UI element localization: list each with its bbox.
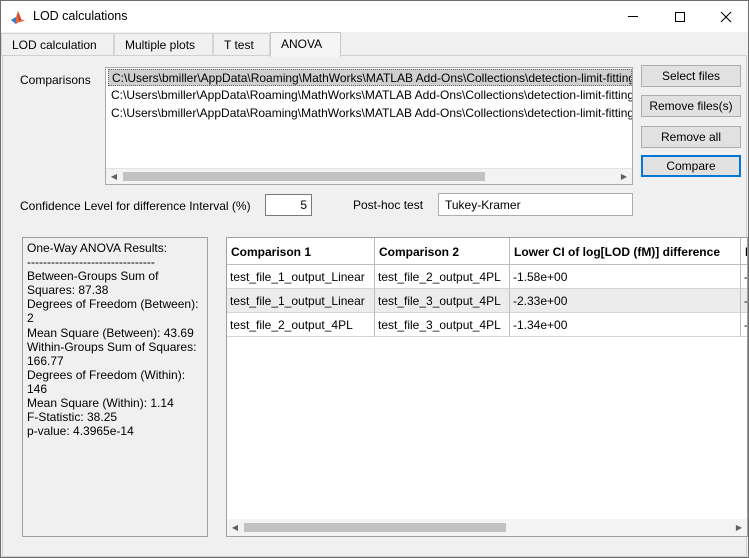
list-item[interactable]: C:\Users\bmiller\AppData\Roaming\MathWor… bbox=[108, 87, 632, 104]
matlab-icon bbox=[11, 11, 25, 24]
table-cell[interactable]: test_file_3_output_4PL bbox=[375, 289, 510, 313]
results-line: Within-Groups Sum of Squares: 166.77 bbox=[27, 339, 197, 368]
table-horizontal-scrollbar[interactable]: ◀ ▶ bbox=[227, 519, 747, 536]
remove-all-button[interactable]: Remove all bbox=[641, 126, 741, 148]
close-button[interactable] bbox=[703, 1, 748, 32]
results-line: F-Statistic: 38.25 bbox=[27, 410, 118, 425]
minimize-button[interactable] bbox=[610, 1, 656, 32]
results-line: Mean Square (Between): 43.69 bbox=[27, 325, 194, 340]
table-cell[interactable]: -1.34e+00 bbox=[510, 313, 741, 337]
table-cell[interactable]: test_file_2_output_4PL bbox=[227, 313, 375, 337]
column-header[interactable]: Comparison 1 bbox=[227, 238, 375, 265]
remove-files-button[interactable]: Remove files(s) bbox=[641, 95, 741, 117]
scrollbar-thumb[interactable] bbox=[244, 523, 506, 532]
posthoc-test-label: Post-hoc test bbox=[353, 198, 424, 212]
listbox-horizontal-scrollbar[interactable]: ◀ ▶ bbox=[106, 168, 632, 184]
anova-results-text: One-Way ANOVA Results: -----------------… bbox=[22, 237, 208, 537]
table-cell[interactable]: test_file_1_output_Linear bbox=[227, 265, 375, 289]
scrollbar-thumb[interactable] bbox=[123, 172, 485, 181]
confidence-level-label: Confidence Level for difference Interval… bbox=[20, 199, 251, 213]
maximize-button[interactable] bbox=[657, 1, 703, 32]
comparisons-label: Comparisons bbox=[20, 73, 91, 87]
table-cell[interactable]: - bbox=[741, 313, 747, 337]
posthoc-test-value: Tukey-Kramer bbox=[445, 198, 521, 212]
title-bar: LOD calculations bbox=[1, 1, 748, 32]
results-line: Mean Square (Within): 1.14 bbox=[27, 396, 174, 411]
table-row[interactable]: test_file_2_output_4PL test_file_3_outpu… bbox=[227, 313, 747, 337]
select-files-button[interactable]: Select files bbox=[641, 65, 741, 87]
column-header[interactable]: L bbox=[741, 238, 747, 265]
tab-strip: LOD calculation Multiple plots T test AN… bbox=[1, 32, 748, 57]
tab-multiple-plots[interactable]: Multiple plots bbox=[114, 33, 213, 56]
tab-lod-calculation[interactable]: LOD calculation bbox=[1, 33, 114, 56]
maximize-icon bbox=[675, 11, 685, 22]
close-icon bbox=[720, 11, 732, 22]
results-line: Degrees of Freedom (Between): 2 bbox=[27, 297, 199, 326]
list-item[interactable]: C:\Users\bmiller\AppData\Roaming\MathWor… bbox=[108, 69, 632, 86]
table-cell[interactable]: -2.33e+00 bbox=[510, 289, 741, 313]
results-line: Between-Groups Sum of Squares: 87.38 bbox=[27, 269, 159, 298]
list-item[interactable]: C:\Users\bmiller\AppData\Roaming\MathWor… bbox=[108, 105, 632, 122]
table-cell[interactable]: -1.58e+00 bbox=[510, 265, 741, 289]
table-row[interactable]: test_file_1_output_Linear test_file_2_ou… bbox=[227, 265, 747, 289]
scroll-left-icon[interactable]: ◀ bbox=[227, 519, 243, 536]
table-row[interactable]: test_file_1_output_Linear test_file_3_ou… bbox=[227, 289, 747, 313]
scroll-left-icon[interactable]: ◀ bbox=[106, 169, 122, 184]
column-header[interactable]: Lower CI of log[LOD (fM)] difference bbox=[510, 238, 741, 265]
results-table[interactable]: Comparison 1 Comparison 2 Lower CI of lo… bbox=[226, 237, 748, 537]
table-cell[interactable]: test_file_1_output_Linear bbox=[227, 289, 375, 313]
posthoc-test-dropdown[interactable]: Tukey-Kramer bbox=[438, 193, 633, 216]
confidence-level-input[interactable]: 5 bbox=[265, 194, 312, 216]
app-window: LOD calculations LOD calculation Multipl… bbox=[0, 0, 749, 558]
table-cell[interactable]: - bbox=[741, 289, 747, 313]
scroll-right-icon[interactable]: ▶ bbox=[731, 519, 747, 536]
scroll-right-icon[interactable]: ▶ bbox=[616, 169, 632, 184]
tab-anova[interactable]: ANOVA bbox=[270, 32, 341, 57]
column-header[interactable]: Comparison 2 bbox=[375, 238, 510, 265]
table-header: Comparison 1 Comparison 2 Lower CI of lo… bbox=[227, 238, 747, 265]
results-line: p-value: 4.3965e-14 bbox=[27, 424, 134, 439]
results-line: -------------------------------- bbox=[27, 255, 155, 270]
results-line: Degrees of Freedom (Within): 146 bbox=[27, 367, 186, 396]
compare-button[interactable]: Compare bbox=[641, 155, 741, 177]
minimize-icon bbox=[628, 16, 638, 17]
table-cell[interactable]: - bbox=[741, 265, 747, 289]
tab-t-test[interactable]: T test bbox=[213, 33, 270, 56]
comparisons-listbox[interactable]: C:\Users\bmiller\AppData\Roaming\MathWor… bbox=[105, 67, 633, 185]
table-cell[interactable]: test_file_2_output_4PL bbox=[375, 265, 510, 289]
table-cell[interactable]: test_file_3_output_4PL bbox=[375, 313, 510, 337]
results-line: One-Way ANOVA Results: bbox=[27, 241, 168, 255]
window-title: LOD calculations bbox=[33, 9, 128, 23]
